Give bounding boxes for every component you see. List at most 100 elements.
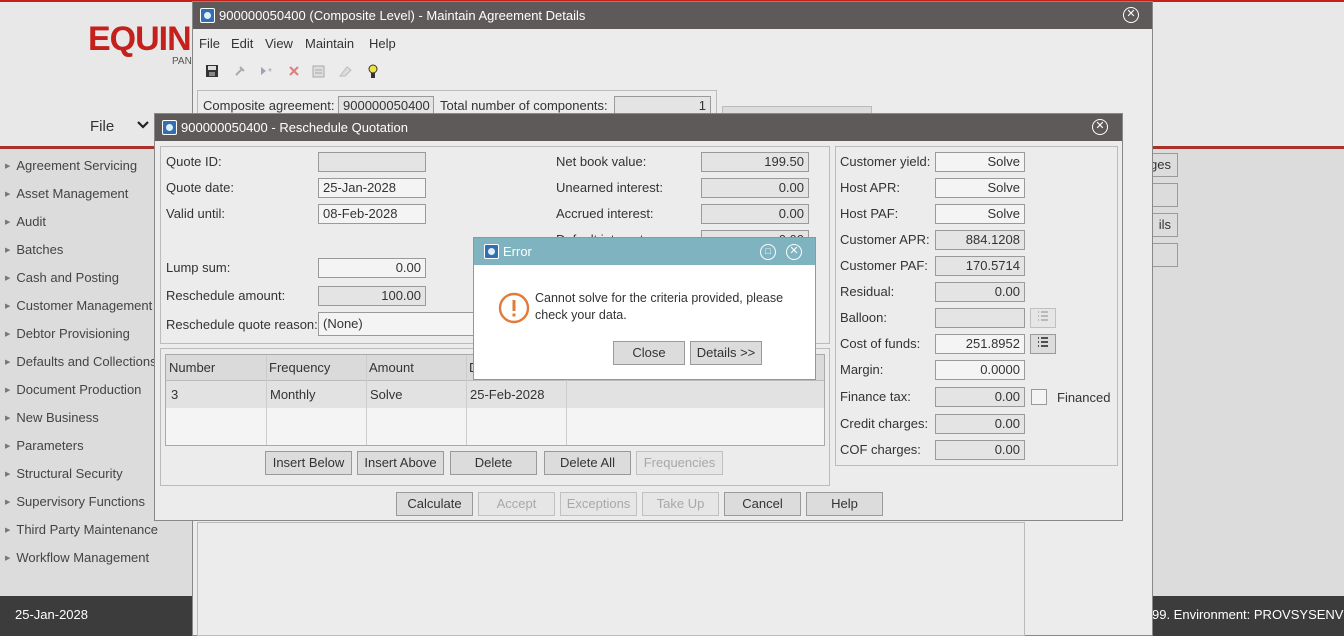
- sidebar-item-workflow-management[interactable]: ▶ Workflow Management: [5, 550, 149, 565]
- company-logo-sub: PAN: [172, 56, 192, 67]
- menu-file[interactable]: File: [199, 36, 220, 51]
- take-up-button[interactable]: Take Up: [642, 492, 719, 516]
- financed-checkbox[interactable]: [1031, 389, 1047, 405]
- close-icon[interactable]: ✕: [786, 244, 802, 260]
- expand-triangle-icon: ▶: [5, 163, 11, 170]
- menu-edit[interactable]: Edit: [231, 36, 253, 51]
- grid-cell-frequency[interactable]: Monthly: [270, 387, 316, 402]
- grid-header-frequency[interactable]: Frequency: [269, 360, 330, 375]
- balloon-list-button[interactable]: [1030, 308, 1056, 328]
- main-file-menu[interactable]: File: [90, 118, 114, 135]
- lump-sum-field[interactable]: 0.00: [318, 258, 426, 278]
- svg-text:*: *: [268, 67, 272, 78]
- exceptions-button[interactable]: Exceptions: [560, 492, 637, 516]
- financed-label: Financed: [1057, 390, 1111, 405]
- valid-until-field[interactable]: 08-Feb-2028: [318, 204, 426, 224]
- eraser-icon: [337, 64, 353, 81]
- reschedule-amount-field: 100.00: [318, 286, 426, 306]
- accept-button[interactable]: Accept: [478, 492, 555, 516]
- sidebar-item-audit[interactable]: ▶ Audit: [5, 214, 46, 229]
- customer-yield-field[interactable]: Solve: [935, 152, 1025, 172]
- list-icon: [1038, 337, 1048, 347]
- net-book-value-label: Net book value:: [556, 154, 647, 169]
- grid-divider: [266, 355, 267, 445]
- save-icon[interactable]: [205, 64, 219, 81]
- error-dialog-title: Error: [503, 244, 532, 259]
- sidebar-item-debtor-provisioning[interactable]: ▶ Debtor Provisioning: [5, 326, 130, 341]
- sidebar-item-label: Debtor Provisioning: [16, 326, 130, 341]
- customer-apr-label: Customer APR:: [840, 232, 930, 247]
- cancel-button[interactable]: Cancel: [724, 492, 801, 516]
- grid-header-amount[interactable]: Amount: [369, 360, 414, 375]
- sidebar-item-batches[interactable]: ▶ Batches: [5, 242, 63, 257]
- company-logo: EQUIN: [88, 20, 192, 58]
- footer-environment: 99. Environment: PROVSYSENV: [1152, 607, 1344, 622]
- maximize-icon[interactable]: □: [760, 244, 776, 260]
- sidebar-item-asset-management[interactable]: ▶ Asset Management: [5, 186, 128, 201]
- chevron-down-icon[interactable]: [136, 118, 150, 135]
- help-button[interactable]: Help: [806, 492, 883, 516]
- delete-all-button[interactable]: Delete All: [544, 451, 631, 475]
- sidebar-item-document-production[interactable]: ▶ Document Production: [5, 382, 141, 397]
- expand-triangle-icon: ▶: [5, 387, 11, 394]
- sidebar-item-new-business[interactable]: ▶ New Business: [5, 410, 99, 425]
- sidebar-item-label: Asset Management: [16, 186, 129, 201]
- menu-help[interactable]: Help: [369, 36, 396, 51]
- sidebar-item-label: Audit: [16, 214, 47, 229]
- reschedule-window-title: 900000050400 - Reschedule Quotation: [181, 120, 408, 135]
- balloon-field: [935, 308, 1025, 328]
- sidebar-item-parameters[interactable]: ▶ Parameters: [5, 438, 84, 453]
- sidebar-item-cash-and-posting[interactable]: ▶ Cash and Posting: [5, 270, 119, 285]
- app-icon: [200, 8, 215, 23]
- cof-charges-label: COF charges:: [840, 442, 921, 457]
- close-icon[interactable]: ✕: [1123, 7, 1139, 23]
- grid-header-number[interactable]: Number: [169, 360, 215, 375]
- expand-triangle-icon: ▶: [5, 443, 11, 450]
- sidebar-item-defaults-and-collections[interactable]: ▶ Defaults and Collections: [5, 354, 157, 369]
- sidebar-item-label: Parameters: [16, 438, 84, 453]
- expand-triangle-icon: ▶: [5, 331, 11, 338]
- help-lightbulb-icon[interactable]: [367, 64, 379, 83]
- error-details-button[interactable]: Details >>: [690, 341, 762, 365]
- host-paf-field[interactable]: Solve: [935, 204, 1025, 224]
- expand-triangle-icon: ▶: [5, 303, 11, 310]
- reschedule-amount-label: Reschedule amount:: [166, 288, 286, 303]
- quote-date-field[interactable]: 25-Jan-2028: [318, 178, 426, 198]
- delete-button[interactable]: Delete: [450, 451, 537, 475]
- margin-field[interactable]: 0.0000: [935, 360, 1025, 380]
- sidebar-item-label: Third Party Maintenance: [16, 522, 159, 537]
- insert-above-button[interactable]: Insert Above: [357, 451, 444, 475]
- menu-maintain[interactable]: Maintain: [305, 36, 354, 51]
- sidebar-item-customer-management[interactable]: ▶ Customer Management: [5, 298, 152, 313]
- grid-cell-date[interactable]: 25-Feb-2028: [470, 387, 544, 402]
- expand-triangle-icon: ▶: [5, 247, 11, 254]
- frequencies-button[interactable]: Frequencies: [636, 451, 723, 475]
- reschedule-reason-select[interactable]: (None): [318, 312, 476, 336]
- error-close-button[interactable]: Close: [613, 341, 685, 365]
- sidebar-item-agreement-servicing[interactable]: ▶ Agreement Servicing: [5, 158, 137, 173]
- sidebar-item-label: Structural Security: [16, 466, 123, 481]
- app-icon: [162, 120, 177, 135]
- menu-view[interactable]: View: [265, 36, 293, 51]
- close-icon[interactable]: ✕: [1092, 119, 1108, 135]
- sidebar-item-structural-security[interactable]: ▶ Structural Security: [5, 466, 123, 481]
- grid-divider: [366, 355, 367, 445]
- sidebar-item-supervisory-functions[interactable]: ▶ Supervisory Functions: [5, 494, 145, 509]
- reschedule-reason-label: Reschedule quote reason:: [166, 317, 318, 332]
- list-icon: [1038, 311, 1048, 321]
- maintain-window-title: 900000050400 (Composite Level) - Maintai…: [219, 8, 586, 23]
- lower-content-panel: [197, 522, 1025, 636]
- host-apr-field[interactable]: Solve: [935, 178, 1025, 198]
- credit-charges-field: 0.00: [935, 414, 1025, 434]
- sidebar-item-third-party-maintenance[interactable]: ▶ Third Party Maintenance: [5, 522, 158, 537]
- calculate-button[interactable]: Calculate: [396, 492, 473, 516]
- sidebar-item-label: Defaults and Collections: [16, 354, 157, 369]
- cost-of-funds-list-button[interactable]: [1030, 334, 1056, 354]
- expand-triangle-icon: ▶: [5, 527, 11, 534]
- insert-below-button[interactable]: Insert Below: [265, 451, 352, 475]
- expand-triangle-icon: ▶: [5, 471, 11, 478]
- accrued-interest-label: Accrued interest:: [556, 206, 654, 221]
- grid-cell-amount[interactable]: Solve: [370, 387, 403, 402]
- grid-cell-number[interactable]: 3: [171, 387, 178, 402]
- cost-of-funds-field[interactable]: 251.8952: [935, 334, 1025, 354]
